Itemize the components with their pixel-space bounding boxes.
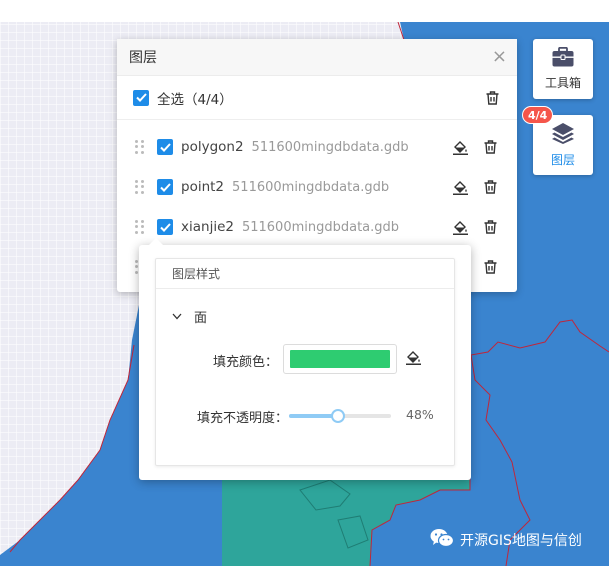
layer-name: polygon2 <box>181 139 244 155</box>
opacity-slider-handle[interactable] <box>330 409 345 423</box>
layers-label: 图层 <box>550 153 575 167</box>
layer-name: xianjie2 <box>181 219 234 235</box>
delete-layer-trash-icon[interactable] <box>481 178 499 196</box>
opacity-value: 48% <box>406 407 434 422</box>
toolbox-label: 工具箱 <box>544 76 581 90</box>
layers-icon <box>551 122 575 148</box>
layer-row: xianjie2 511600mingdbdata.gdb <box>117 207 517 247</box>
paint-bucket-icon[interactable] <box>451 178 469 196</box>
paint-bucket-icon[interactable] <box>406 350 421 369</box>
select-all-checkbox[interactable] <box>133 89 149 106</box>
close-icon[interactable]: × <box>492 48 507 66</box>
fill-color-row: 填充颜色： <box>156 344 456 374</box>
watermark-text: 开源GIS地图与信创 <box>460 533 582 549</box>
delete-layer-trash-icon[interactable] <box>481 138 499 156</box>
layer-style-title: 图层样式 <box>156 259 454 289</box>
checkmark-icon <box>159 142 171 152</box>
layer-style-card: 图层样式 面 填充颜色： 填充不透明度： 48% <box>155 258 455 466</box>
layers-count-badge: 4/4 <box>522 106 554 124</box>
fill-color-label: 填充颜色： <box>212 355 278 370</box>
layer-source: 511600mingdbdata.gdb <box>241 219 400 235</box>
map-top-strip <box>0 0 609 22</box>
section-toggle-fill[interactable]: 面 <box>156 289 454 331</box>
delete-layer-trash-icon[interactable] <box>481 258 499 276</box>
delete-all-trash-icon[interactable] <box>483 89 501 107</box>
watermark: 开源GIS地图与信创 <box>430 528 582 552</box>
delete-layer-trash-icon[interactable] <box>481 218 499 236</box>
section-label: 面 <box>194 310 208 326</box>
checkmark-icon <box>159 222 171 232</box>
drag-handle-icon[interactable] <box>135 220 145 234</box>
chevron-down-icon <box>172 309 182 324</box>
layer-visible-checkbox[interactable] <box>157 139 173 155</box>
layer-visible-checkbox[interactable] <box>157 179 173 195</box>
checkmark-icon <box>135 93 147 102</box>
opacity-slider[interactable] <box>289 409 391 423</box>
toolbox-icon <box>552 46 574 71</box>
layer-visible-checkbox[interactable] <box>157 219 173 235</box>
paint-bucket-icon[interactable] <box>451 218 469 236</box>
layer-source: 511600mingdbdata.gdb <box>251 139 409 155</box>
drag-handle-icon[interactable] <box>135 180 145 194</box>
layer-row: point2 511600mingdbdata.gdb <box>117 167 517 207</box>
wechat-icon <box>430 528 455 552</box>
select-all-label: 全选（4/4） <box>157 91 233 108</box>
fill-color-picker[interactable] <box>283 344 397 374</box>
drag-handle-icon[interactable] <box>135 140 145 154</box>
layer-style-popup: 图层样式 面 填充颜色： 填充不透明度： 48% <box>139 238 471 480</box>
popup-arrow <box>149 238 163 245</box>
fill-color-swatch <box>290 350 390 368</box>
layer-panel-title: 图层 <box>129 50 157 66</box>
paint-bucket-icon[interactable] <box>451 138 469 156</box>
layer-row: polygon2 511600mingdbdata.gdb <box>117 127 517 167</box>
toolbox-button[interactable]: 工具箱 <box>533 39 593 99</box>
opacity-label: 填充不透明度： <box>196 411 288 426</box>
layer-source: 511600mingdbdata.gdb <box>232 179 390 195</box>
opacity-row: 填充不透明度： 48% <box>156 403 456 427</box>
checkmark-icon <box>159 182 171 192</box>
layer-name: point2 <box>181 179 225 195</box>
layer-panel-header: 图层 × <box>117 39 517 76</box>
select-all-row: 全选（4/4） <box>117 76 517 120</box>
